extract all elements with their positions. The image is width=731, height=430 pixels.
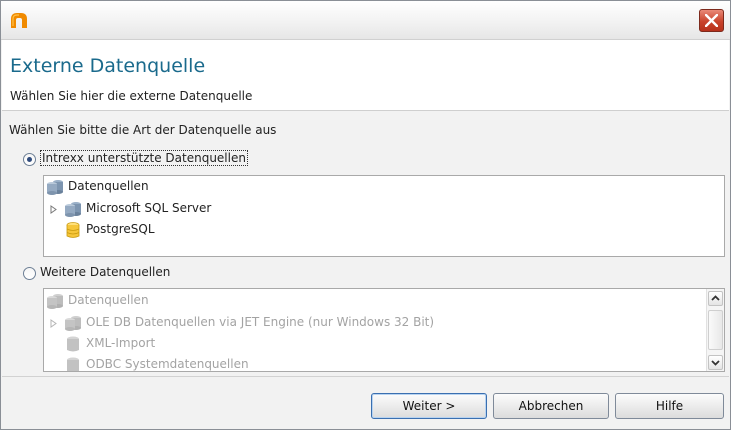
- radio-intrexx-label-text: Intrexx unterstützte Datenquellen: [40, 150, 248, 166]
- database-group-icon: [47, 294, 63, 309]
- tree-item-odbc: ODBC Systemdatenquellen: [66, 357, 326, 371]
- expand-arrow-icon[interactable]: [50, 205, 58, 214]
- next-button[interactable]: Weiter >: [371, 393, 487, 419]
- database-group-icon: [47, 180, 63, 195]
- radio-selected-dot: [27, 157, 32, 162]
- external-datasource-dialog: Externe Datenquelle Wählen Sie hier die …: [0, 0, 731, 430]
- radio-other-datasources[interactable]: [23, 267, 36, 280]
- database-server-icon: [65, 202, 81, 217]
- dialog-header: Externe Datenquelle Wählen Sie hier die …: [2, 40, 729, 111]
- radio-intrexx-label[interactable]: Intrexx unterstützte Datenquellen: [40, 150, 248, 166]
- chevron-up-icon: [711, 295, 720, 301]
- tree-item-odbc-label: ODBC Systemdatenquellen: [86, 357, 249, 371]
- scroll-down-button[interactable]: [708, 355, 723, 370]
- database-icon: [67, 336, 79, 352]
- database-server-icon: [65, 316, 81, 331]
- tree-root-item[interactable]: Datenquellen: [46, 179, 246, 197]
- selection-prompt: Wählen Sie bitte die Art der Datenquelle…: [9, 123, 277, 137]
- tree-root-label: Datenquellen: [68, 179, 149, 193]
- database-icon: [67, 357, 79, 371]
- tree-item-postgresql[interactable]: PostgreSQL: [66, 222, 266, 240]
- tree-item-oledb: OLE DB Datenquellen via JET Engine (nur …: [50, 315, 490, 333]
- app-logo-icon: [9, 10, 29, 30]
- tree-item-mssql-label: Microsoft SQL Server: [86, 201, 212, 215]
- scroll-up-button[interactable]: [708, 291, 723, 306]
- radio-intrexx-datasources[interactable]: [23, 153, 36, 166]
- tree-item-postgresql-label: PostgreSQL: [86, 222, 155, 236]
- dialog-title: Externe Datenquelle: [10, 55, 206, 77]
- database-icon: [66, 222, 80, 238]
- scroll-thumb[interactable]: [708, 310, 723, 350]
- chevron-down-icon: [711, 360, 720, 366]
- close-icon: [705, 14, 718, 27]
- tree-item-xml-import-label: XML-Import: [86, 336, 156, 350]
- vertical-scrollbar[interactable]: [706, 289, 724, 371]
- close-button[interactable]: [699, 9, 724, 32]
- other-datasource-tree[interactable]: Datenquellen OLE DB Datenquellen via JET…: [43, 288, 725, 372]
- title-bar: [1, 1, 730, 40]
- dialog-footer: Weiter > Abbrechen Hilfe: [2, 376, 729, 429]
- intrexx-datasource-tree[interactable]: Datenquellen Microsoft SQL Server Postgr…: [43, 175, 725, 257]
- radio-other-label[interactable]: Weitere Datenquellen: [40, 265, 170, 279]
- dialog-subtitle: Wählen Sie hier die externe Datenquelle: [10, 89, 253, 103]
- expand-arrow-icon: [50, 319, 57, 328]
- tree-root-label: Datenquellen: [68, 293, 149, 307]
- help-button[interactable]: Hilfe: [615, 393, 724, 419]
- tree-root-item: Datenquellen: [46, 293, 246, 311]
- tree-item-mssql[interactable]: Microsoft SQL Server: [50, 201, 310, 219]
- tree-item-xml-import: XML-Import: [66, 336, 266, 354]
- cancel-button[interactable]: Abbrechen: [493, 393, 609, 419]
- tree-item-oledb-label: OLE DB Datenquellen via JET Engine (nur …: [86, 315, 435, 329]
